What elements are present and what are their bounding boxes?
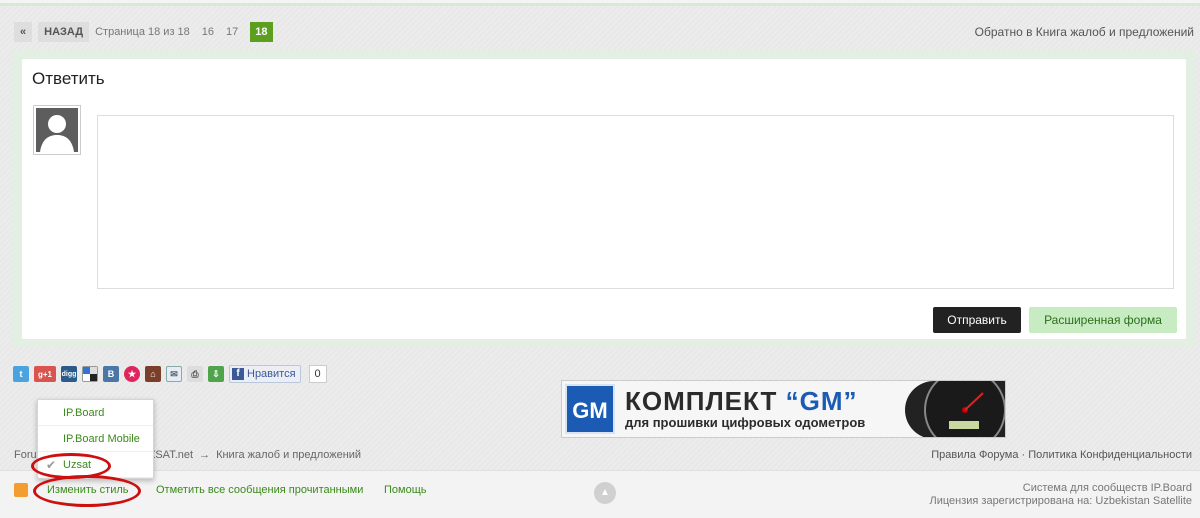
share-bar: t g+1 digg B ★ ⌂ ✉ ⎙ ⇩ f Нравится 0: [13, 365, 327, 383]
download-icon[interactable]: ⇩: [208, 366, 224, 382]
house-icon[interactable]: ⌂: [145, 366, 161, 382]
star-icon[interactable]: ★: [124, 366, 140, 382]
breadcrumb-current[interactable]: Книга жалоб и предложений: [216, 449, 361, 461]
copyright-line2: Лицензия зарегистрирована на: Uzbekistan…: [929, 495, 1192, 507]
help-link[interactable]: Помощь: [384, 484, 427, 496]
banner-title: КОМПЛЕКТ “GM”: [625, 387, 865, 415]
breadcrumb-forum[interactable]: Foru: [14, 449, 37, 461]
page-info: Страница 18 из 18: [95, 26, 190, 38]
copyright: Система для сообществ IP.Board Лицензия …: [929, 482, 1192, 508]
page-link-16[interactable]: 16: [202, 26, 214, 38]
reply-section: Ответить Отправить Расширенная форма: [12, 50, 1196, 347]
banner-subtitle: для прошивки цифровых одометров: [625, 415, 866, 430]
banner-title-prefix: КОМПЛЕКТ: [625, 386, 786, 416]
delicious-icon[interactable]: [82, 366, 98, 382]
first-page-button[interactable]: «: [14, 22, 33, 42]
pagination: « НАЗАД Страница 18 из 18 16 17 18: [14, 22, 273, 42]
facebook-like-button[interactable]: f Нравится: [229, 365, 301, 383]
rss-icon[interactable]: [14, 483, 28, 497]
top-strip: [0, 0, 1200, 6]
banner-title-gm: “GM”: [785, 386, 858, 416]
scroll-top-icon[interactable]: ▲: [594, 482, 616, 504]
twitter-icon[interactable]: t: [13, 366, 29, 382]
advertisement-banner[interactable]: GM КОМПЛЕКТ “GM” для прошивки цифровых о…: [561, 380, 1006, 438]
page-link-17[interactable]: 17: [226, 26, 238, 38]
digg-icon[interactable]: digg: [61, 366, 77, 382]
speedometer-icon: [905, 381, 1005, 437]
send-button[interactable]: Отправить: [933, 307, 1021, 333]
style-option-ipboard-mobile[interactable]: IP.Board Mobile: [38, 426, 153, 452]
print-icon[interactable]: ⎙: [187, 366, 203, 382]
google-plus-icon[interactable]: g+1: [34, 366, 56, 382]
bottom-bar: Изменить стиль Отметить все сообщения пр…: [0, 470, 1200, 518]
breadcrumb-site[interactable]: ZSAT.net: [149, 449, 193, 461]
current-page: 18: [250, 22, 273, 42]
advanced-form-button[interactable]: Расширенная форма: [1029, 307, 1177, 333]
like-count: 0: [308, 365, 327, 383]
back-to-forum-link[interactable]: Обратно в Книга жалоб и предложений: [975, 25, 1194, 39]
footer-links[interactable]: Правила Форума · Политика Конфиденциальн…: [931, 449, 1192, 461]
mark-all-read-link[interactable]: Отметить все сообщения прочитанными: [156, 484, 363, 496]
user-silhouette-icon: [36, 108, 78, 152]
reply-textarea[interactable]: [97, 115, 1174, 289]
reply-box: Ответить Отправить Расширенная форма: [22, 59, 1186, 339]
avatar: [33, 105, 81, 155]
annotation-ellipse-change-style: [33, 475, 141, 507]
copyright-line1: Система для сообществ IP.Board: [1022, 482, 1192, 494]
gm-logo: GM: [565, 384, 615, 434]
reply-title: Ответить: [32, 69, 105, 88]
breadcrumb-arrow: →: [199, 449, 211, 461]
facebook-icon: f: [232, 368, 244, 380]
email-icon[interactable]: ✉: [166, 366, 182, 382]
back-button[interactable]: НАЗАД: [38, 22, 90, 42]
style-option-ipboard[interactable]: IP.Board: [38, 400, 153, 426]
like-label: Нравится: [247, 368, 296, 380]
vk-icon[interactable]: B: [103, 366, 119, 382]
